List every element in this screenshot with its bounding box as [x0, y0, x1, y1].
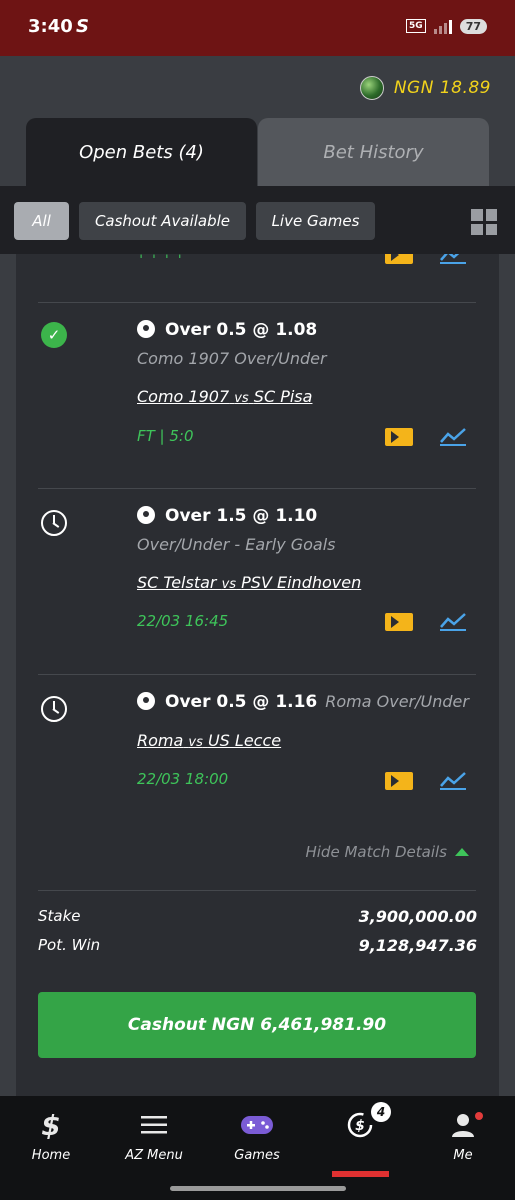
stake-value: 3,900,000.00 — [358, 907, 477, 926]
stats-chart-icon[interactable] — [439, 770, 467, 790]
user-icon — [418, 1108, 508, 1142]
match-time: 22/03 18:00 — [137, 770, 229, 788]
network-5g-icon: 5G — [406, 19, 426, 33]
match-time: FT | 5:0 — [137, 427, 194, 445]
match-link[interactable]: Roma vs US Lecce — [137, 731, 281, 750]
home-indicator[interactable] — [170, 1186, 346, 1191]
live-tv-icon[interactable] — [385, 254, 413, 264]
filter-live-games-button[interactable]: Live Games — [256, 202, 375, 240]
live-tv-icon[interactable] — [385, 428, 413, 446]
tab-bet-history[interactable]: Bet History — [258, 118, 489, 186]
nav-games[interactable]: Games — [212, 1108, 302, 1163]
stake-label: Stake — [38, 907, 81, 925]
active-tab-indicator — [332, 1171, 389, 1177]
pot-win-label: Pot. Win — [38, 936, 101, 954]
status-bar: 3:40 S 5G 77 — [0, 0, 515, 56]
live-tv-icon[interactable] — [385, 613, 413, 631]
battery-indicator: 77 — [459, 18, 487, 34]
bet-market: Over/Under - Early Goals — [137, 535, 336, 554]
soccer-ball-icon — [137, 320, 155, 338]
status-icons: 5G 77 — [406, 18, 487, 34]
stats-chart-icon[interactable] — [439, 254, 467, 264]
pot-win-value: 9,128,947.36 — [358, 936, 477, 955]
balance-amount: NGN 18.89 — [393, 78, 491, 98]
match-link[interactable]: Como 1907 vs SC Pisa — [137, 387, 312, 406]
filter-all-button[interactable]: All — [14, 202, 69, 240]
grid-view-icon[interactable] — [471, 209, 497, 235]
globe-icon — [359, 76, 384, 100]
nav-az-menu-label: AZ Menu — [125, 1148, 183, 1163]
bet-pick: Over 0.5 @ 1.08 — [137, 320, 317, 340]
app-glyph-icon: S — [76, 16, 89, 37]
svg-text:$: $ — [355, 1118, 365, 1134]
nav-games-label: Games — [234, 1148, 280, 1163]
nav-me[interactable]: Me — [418, 1108, 508, 1163]
open-bets-icon: $ — [315, 1108, 405, 1142]
signal-icon — [433, 18, 452, 34]
hide-match-details-label: Hide Match Details — [305, 843, 447, 861]
hide-match-details-toggle[interactable]: Hide Match Details — [305, 843, 469, 861]
won-check-icon: ✓ — [41, 322, 67, 348]
filter-bar: All Cashout Available Live Games — [0, 186, 515, 254]
divider — [38, 674, 476, 675]
bottom-nav: $ Home AZ Menu Games $ 4 Me — [0, 1096, 515, 1200]
live-tv-icon[interactable] — [385, 772, 413, 790]
nav-home[interactable]: $ Home — [6, 1108, 96, 1164]
status-time: 3:40 — [28, 16, 73, 37]
gamepad-icon — [212, 1108, 302, 1142]
balance-display[interactable]: NGN 18.89 — [359, 76, 491, 100]
bet-slip-card: ┆ ┆ ┆ ┆ ✓ Over 0.5 @ 1.08 Como 1907 Over… — [16, 254, 499, 1096]
s-logo-icon: $ — [41, 1108, 61, 1142]
stats-chart-icon[interactable] — [439, 426, 467, 446]
notification-dot — [475, 1112, 483, 1120]
bet-market: Roma Over/Under — [325, 692, 469, 711]
tab-open-bets[interactable]: Open Bets (4) — [26, 118, 257, 186]
open-bets-badge: 4 — [371, 1102, 391, 1122]
filter-cashout-available-button[interactable]: Cashout Available — [79, 202, 246, 240]
nav-open-bets[interactable]: $ 4 — [315, 1102, 405, 1148]
pending-clock-icon — [41, 510, 67, 536]
nav-az-menu[interactable]: AZ Menu — [109, 1108, 199, 1163]
stats-chart-icon[interactable] — [439, 611, 467, 631]
caret-up-icon — [455, 848, 469, 856]
divider — [38, 488, 476, 489]
bet-pick: Over 0.5 @ 1.16 Roma Over/Under — [137, 692, 469, 712]
match-time: 22/03 16:45 — [137, 612, 229, 630]
nav-me-label: Me — [453, 1148, 473, 1163]
divider — [38, 302, 476, 303]
match-link[interactable]: SC Telstar vs PSV Eindhoven — [137, 573, 361, 592]
nav-home-label: Home — [31, 1148, 71, 1163]
bet-pick: Over 1.5 @ 1.10 — [137, 506, 317, 526]
bet-market: Como 1907 Over/Under — [137, 349, 327, 368]
previous-row-fragment: ┆ ┆ ┆ ┆ — [137, 254, 207, 258]
soccer-ball-icon — [137, 506, 155, 524]
cashout-button[interactable]: Cashout NGN 6,461,981.90 — [38, 992, 476, 1058]
divider — [38, 890, 476, 891]
pending-clock-icon — [41, 696, 67, 722]
soccer-ball-icon — [137, 692, 155, 710]
hamburger-icon — [109, 1108, 199, 1142]
